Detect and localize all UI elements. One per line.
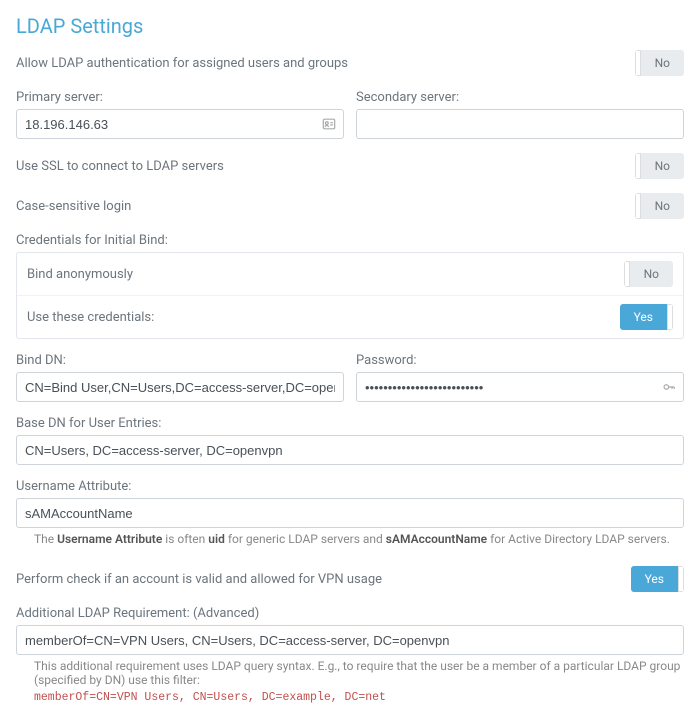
allow-ldap-label: Allow LDAP authentication for assigned u… bbox=[16, 56, 348, 71]
bind-anon-row: Bind anonymously No bbox=[17, 253, 683, 295]
bind-anon-label: Bind anonymously bbox=[27, 267, 133, 282]
credentials-panel: Bind anonymously No Use these credential… bbox=[16, 252, 684, 339]
password-label: Password: bbox=[356, 353, 684, 368]
use-creds-toggle[interactable]: Yes bbox=[620, 304, 673, 330]
username-attr-input[interactable] bbox=[16, 498, 684, 528]
perform-check-toggle[interactable]: Yes bbox=[631, 566, 684, 592]
allow-ldap-row: Allow LDAP authentication for assigned u… bbox=[16, 50, 684, 76]
page-title: LDAP Settings bbox=[16, 14, 684, 38]
username-attr-hint: The Username Attribute is often uid for … bbox=[16, 532, 684, 546]
use-ssl-label: Use SSL to connect to LDAP servers bbox=[16, 159, 224, 174]
secondary-server-input[interactable] bbox=[356, 109, 684, 139]
use-creds-row: Use these credentials: Yes bbox=[17, 295, 683, 338]
additional-req-input[interactable] bbox=[16, 625, 684, 655]
additional-req-code: memberOf=CN=VPN Users, CN=Users, DC=exam… bbox=[16, 691, 684, 704]
username-attr-label: Username Attribute: bbox=[16, 479, 684, 494]
bind-anon-toggle[interactable]: No bbox=[624, 261, 673, 287]
secondary-server-label: Secondary server: bbox=[356, 90, 684, 105]
toggle-value: Yes bbox=[631, 566, 678, 592]
toggle-value: Yes bbox=[620, 304, 667, 330]
toggle-value: No bbox=[630, 261, 673, 287]
toggle-value: No bbox=[641, 50, 684, 76]
additional-req-hint: This additional requirement uses LDAP qu… bbox=[16, 659, 684, 687]
password-input[interactable] bbox=[356, 372, 684, 402]
toggle-handle bbox=[678, 566, 684, 592]
use-creds-label: Use these credentials: bbox=[27, 310, 154, 325]
base-dn-input[interactable] bbox=[16, 435, 684, 465]
case-sensitive-row: Case-sensitive login No bbox=[16, 193, 684, 219]
additional-req-label: Additional LDAP Requirement: (Advanced) bbox=[16, 606, 684, 621]
case-sensitive-toggle[interactable]: No bbox=[635, 193, 684, 219]
credentials-header: Credentials for Initial Bind: bbox=[16, 233, 684, 248]
toggle-handle bbox=[667, 304, 673, 330]
perform-check-label: Perform check if an account is valid and… bbox=[16, 572, 382, 587]
perform-check-row: Perform check if an account is valid and… bbox=[16, 566, 684, 592]
primary-server-input[interactable] bbox=[16, 109, 344, 139]
primary-server-label: Primary server: bbox=[16, 90, 344, 105]
case-sensitive-label: Case-sensitive login bbox=[16, 199, 131, 214]
use-ssl-row: Use SSL to connect to LDAP servers No bbox=[16, 153, 684, 179]
toggle-value: No bbox=[641, 153, 684, 179]
toggle-value: No bbox=[641, 193, 684, 219]
bind-dn-label: Bind DN: bbox=[16, 353, 344, 368]
base-dn-label: Base DN for User Entries: bbox=[16, 416, 684, 431]
use-ssl-toggle[interactable]: No bbox=[635, 153, 684, 179]
bind-dn-input[interactable] bbox=[16, 372, 344, 402]
allow-ldap-toggle[interactable]: No bbox=[635, 50, 684, 76]
